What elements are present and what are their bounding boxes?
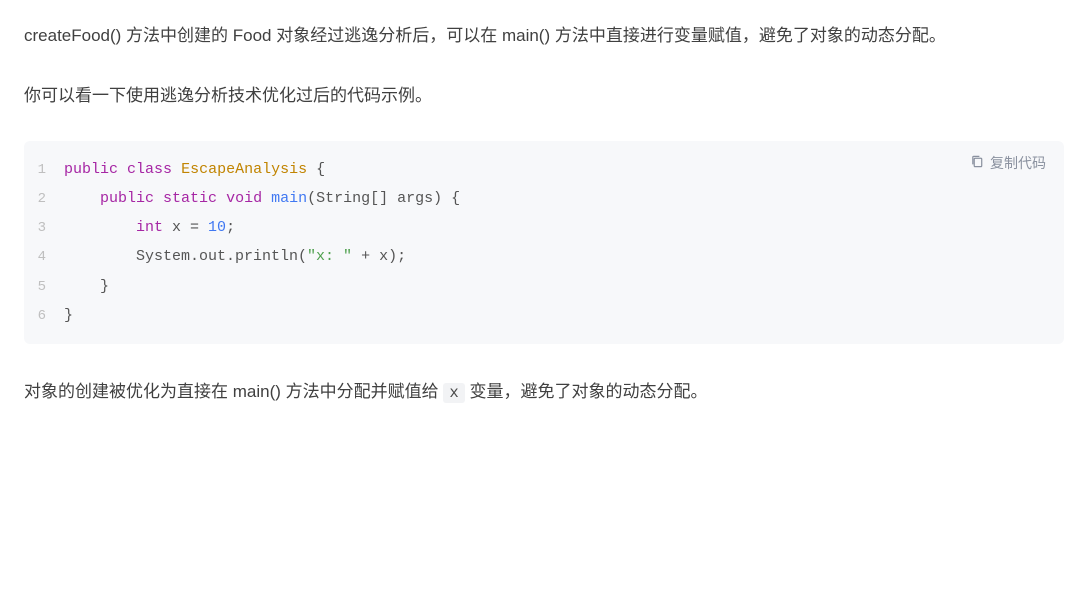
- paragraph-3: 对象的创建被优化为直接在 main() 方法中分配并赋值给 x 变量，避免了对象…: [24, 376, 1064, 409]
- line-number: 6: [24, 303, 64, 330]
- code-token: [64, 219, 136, 236]
- line-number: 5: [24, 274, 64, 301]
- paragraph-3-after: 变量，避免了对象的动态分配。: [465, 382, 708, 401]
- code-block: 复制代码 1public class EscapeAnalysis {2 pub…: [24, 141, 1064, 345]
- copy-code-label: 复制代码: [990, 153, 1046, 173]
- code-token: [154, 190, 163, 207]
- code-token: public: [64, 161, 118, 178]
- code-line: 5 }: [24, 272, 1064, 301]
- code-token: [217, 190, 226, 207]
- code-token: "x: ": [307, 248, 352, 265]
- code-token: {: [307, 161, 325, 178]
- code-line: 6}: [24, 301, 1064, 330]
- line-number: 3: [24, 215, 64, 242]
- code-line: 1public class EscapeAnalysis {: [24, 155, 1064, 184]
- code-token: main: [271, 190, 307, 207]
- code-content: }: [64, 301, 73, 330]
- inline-code-x: x: [443, 383, 464, 403]
- code-token: [118, 161, 127, 178]
- code-content: int x = 10;: [64, 213, 235, 242]
- code-token: int: [136, 219, 163, 236]
- line-number: 1: [24, 157, 64, 184]
- code-token: (String[] args) {: [307, 190, 460, 207]
- code-lines: 1public class EscapeAnalysis {2 public s…: [24, 155, 1064, 331]
- code-token: x =: [163, 219, 208, 236]
- code-line: 3 int x = 10;: [24, 213, 1064, 242]
- code-line: 2 public static void main(String[] args)…: [24, 184, 1064, 213]
- code-token: }: [64, 307, 73, 324]
- paragraph-1: createFood() 方法中创建的 Food 对象经过逃逸分析后，可以在 m…: [24, 20, 1064, 52]
- code-token: [172, 161, 181, 178]
- code-token: ;: [226, 219, 235, 236]
- code-content: }: [64, 272, 109, 301]
- copy-icon: [970, 154, 985, 172]
- code-token: 10: [208, 219, 226, 236]
- code-content: System.out.println("x: " + x);: [64, 242, 406, 271]
- code-token: void: [226, 190, 262, 207]
- code-token: static: [163, 190, 217, 207]
- code-token: System.out.println(: [64, 248, 307, 265]
- code-token: }: [64, 278, 109, 295]
- line-number: 2: [24, 186, 64, 213]
- code-token: [262, 190, 271, 207]
- code-token: + x);: [352, 248, 406, 265]
- copy-code-button[interactable]: 复制代码: [970, 153, 1046, 173]
- paragraph-2: 你可以看一下使用逃逸分析技术优化过后的代码示例。: [24, 80, 1064, 112]
- code-content: public class EscapeAnalysis {: [64, 155, 325, 184]
- code-token: class: [127, 161, 172, 178]
- code-content: public static void main(String[] args) {: [64, 184, 460, 213]
- code-token: [64, 190, 100, 207]
- code-token: public: [100, 190, 154, 207]
- code-line: 4 System.out.println("x: " + x);: [24, 242, 1064, 271]
- code-token: EscapeAnalysis: [181, 161, 307, 178]
- line-number: 4: [24, 244, 64, 271]
- paragraph-3-before: 对象的创建被优化为直接在 main() 方法中分配并赋值给: [24, 382, 443, 401]
